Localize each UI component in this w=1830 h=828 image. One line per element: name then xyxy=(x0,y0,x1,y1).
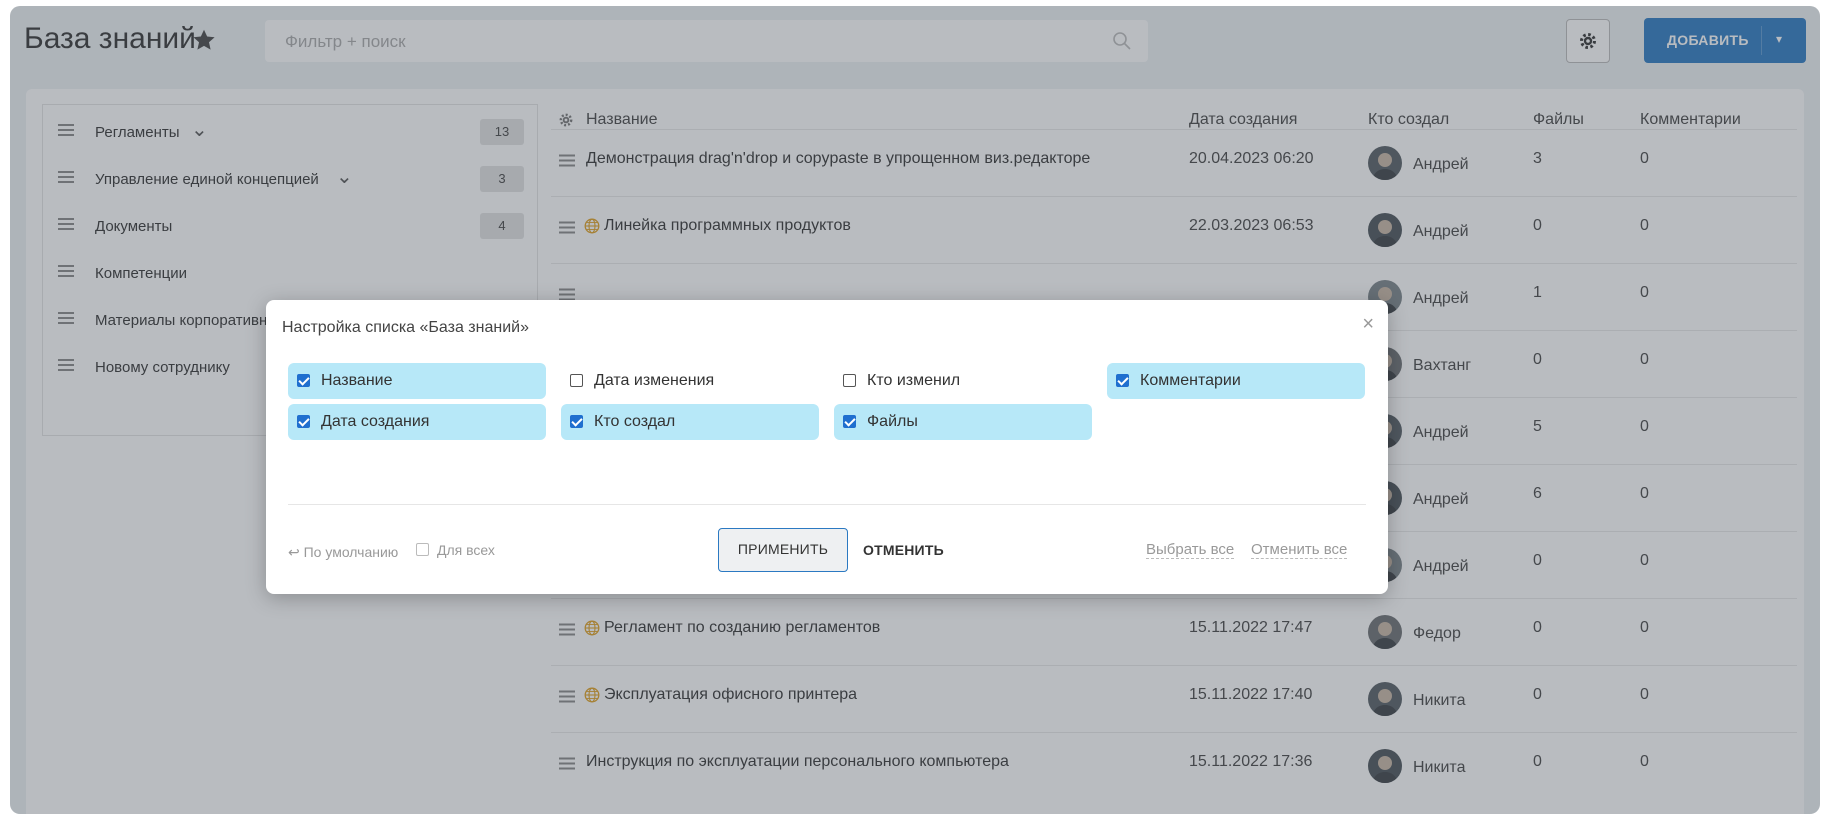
column-option-label: Комментарии xyxy=(1140,372,1241,389)
column-checkbox[interactable] xyxy=(1116,374,1129,387)
column-option[interactable]: Файлы xyxy=(834,404,1092,440)
column-checkbox[interactable] xyxy=(297,374,310,387)
column-option-label: Дата изменения xyxy=(594,372,715,389)
divider xyxy=(288,504,1366,505)
column-option[interactable]: Кто создал xyxy=(561,404,819,440)
column-option[interactable]: Кто изменил xyxy=(834,363,1092,399)
unselect-all-link[interactable]: Отменить все xyxy=(1251,541,1348,559)
column-option-label: Название xyxy=(321,372,393,389)
for-all-checkbox[interactable] xyxy=(416,543,429,556)
column-checkbox[interactable] xyxy=(297,415,310,428)
column-option[interactable]: Комментарии xyxy=(1107,363,1365,399)
reset-default-link[interactable]: ↩ По умолчанию xyxy=(288,544,398,561)
column-option[interactable]: Название xyxy=(288,363,546,399)
for-all-label[interactable]: Для всех xyxy=(437,542,495,558)
app-window: База знаний Фильтр + поиск ДОБАВИТЬ ▾ Ре… xyxy=(10,6,1820,814)
dialog-title: Настройка списка «База знаний» xyxy=(282,319,529,336)
cancel-button[interactable]: ОТМЕНИТЬ xyxy=(863,542,944,558)
column-option-label: Дата создания xyxy=(321,413,430,430)
column-checkbox[interactable] xyxy=(570,415,583,428)
list-settings-dialog: Настройка списка «База знаний» × ↩ По ум… xyxy=(266,300,1388,594)
select-all-link[interactable]: Выбрать все xyxy=(1146,541,1235,559)
column-option-label: Кто изменил xyxy=(867,372,961,389)
column-checkbox[interactable] xyxy=(843,374,856,387)
column-option[interactable]: Дата изменения xyxy=(561,363,819,399)
column-checkbox[interactable] xyxy=(570,374,583,387)
apply-button[interactable]: ПРИМЕНИТЬ xyxy=(718,528,848,572)
column-option-label: Кто создал xyxy=(594,413,676,430)
close-icon[interactable]: × xyxy=(1362,313,1374,336)
column-checkbox[interactable] xyxy=(843,415,856,428)
column-option[interactable]: Дата создания xyxy=(288,404,546,440)
column-option-label: Файлы xyxy=(867,413,918,430)
